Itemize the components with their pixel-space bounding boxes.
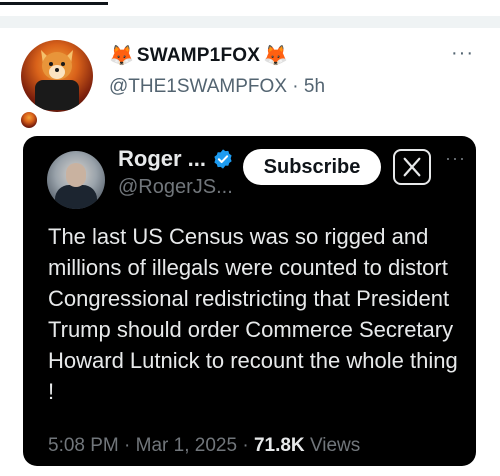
quoted-post-time[interactable]: 5:08 PM <box>48 435 119 456</box>
fox-face-icon <box>41 50 73 80</box>
avatar-face <box>66 163 86 187</box>
quoted-post-date[interactable]: Mar 1, 2025 <box>136 435 237 456</box>
quoted-post-meta: 5:08 PM · Mar 1, 2025 · 71.8K Views <box>48 435 360 457</box>
fox-emoji-icon: 🦊 <box>109 45 134 67</box>
quoted-display-name[interactable]: Roger ... <box>118 146 206 172</box>
meta-separator: · <box>287 76 304 97</box>
author-meta: @THE1SWAMPFOX · 5h <box>109 76 325 98</box>
author-handle[interactable]: @THE1SWAMPFOX <box>109 76 287 97</box>
subscribe-button[interactable]: Subscribe <box>243 149 381 185</box>
tab-indicator <box>0 2 108 5</box>
author-name-row[interactable]: 🦊 SWAMP1FOX 🦊 <box>109 45 288 67</box>
avatar-badge-icon <box>21 112 37 128</box>
post-time[interactable]: 5h <box>304 76 325 97</box>
quoted-name-row[interactable]: Roger ... <box>118 146 234 172</box>
x-logo-icon <box>403 157 421 177</box>
author-display-name[interactable]: SWAMP1FOX <box>137 45 260 67</box>
fox-emoji-icon: 🦊 <box>263 45 289 67</box>
quoted-author-avatar[interactable] <box>47 151 105 209</box>
avatar-image <box>21 40 93 112</box>
section-divider <box>0 16 500 28</box>
meta-separator: · <box>237 435 254 456</box>
x-logo-button[interactable] <box>393 149 431 185</box>
avatar-suit <box>55 185 97 209</box>
avatar-figure-body <box>35 80 79 110</box>
meta-separator: · <box>118 435 136 456</box>
verified-badge-icon <box>214 149 232 169</box>
author-avatar[interactable] <box>21 40 93 128</box>
quoted-handle[interactable]: @RogerJS... <box>118 176 233 199</box>
quoted-post-card[interactable]: Roger ... @RogerJS... Subscribe ··· The … <box>23 136 476 466</box>
views-count: 71.8K <box>253 435 305 456</box>
quoted-post-text: The last US Census was so rigged and mil… <box>48 224 458 404</box>
more-options-icon[interactable]: ··· <box>451 42 474 65</box>
views-label: Views <box>309 435 361 456</box>
quoted-more-icon[interactable]: ··· <box>445 148 466 169</box>
